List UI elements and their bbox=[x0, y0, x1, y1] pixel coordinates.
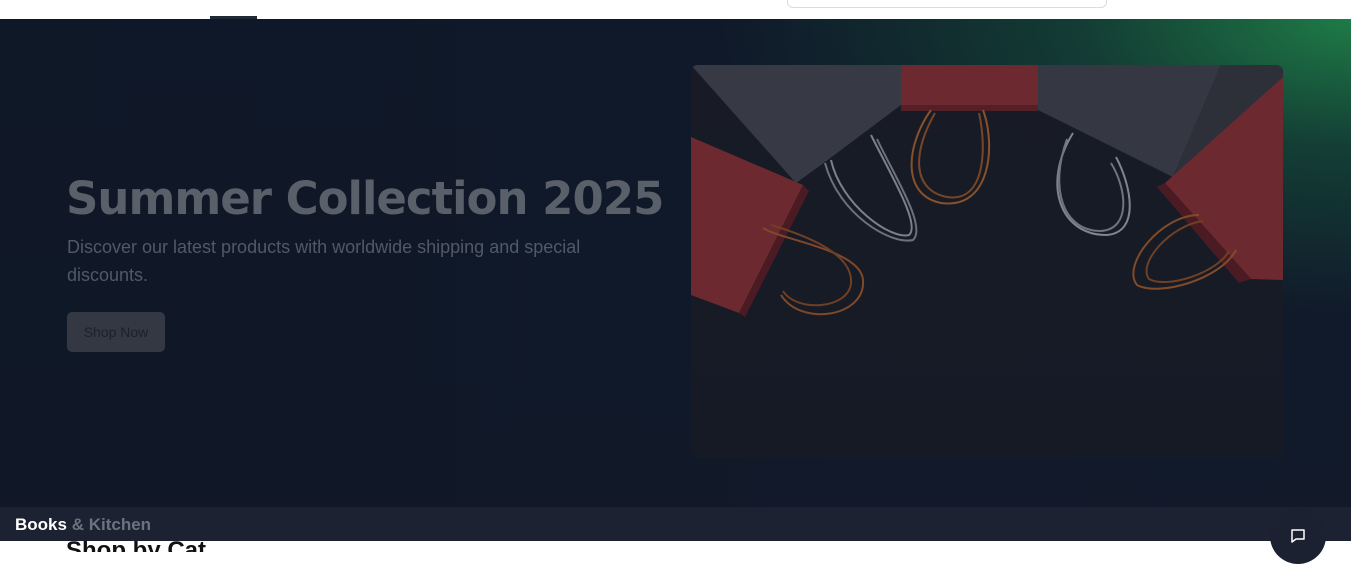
chat-bubble-icon bbox=[1291, 529, 1305, 543]
site-header bbox=[0, 0, 1351, 19]
category-strip: Books & Kitchen bbox=[0, 507, 1351, 541]
hero-title: Summer Collection 2025 bbox=[66, 172, 664, 225]
search-input[interactable] bbox=[787, 0, 1107, 8]
shop-now-button[interactable]: Shop Now bbox=[67, 312, 165, 352]
shopping-bags-illustration bbox=[691, 65, 1283, 458]
hero-banner: Summer Collection 2025 Discover our late… bbox=[0, 19, 1351, 507]
hero-image bbox=[691, 65, 1283, 458]
section-heading: Shop by Cat bbox=[66, 541, 206, 552]
hero-subtitle: Discover our latest products with worldw… bbox=[67, 237, 581, 285]
chat-button[interactable] bbox=[1270, 508, 1326, 564]
category-label-secondary: & Kitchen bbox=[71, 515, 152, 534]
category-label-primary: Books bbox=[15, 515, 67, 534]
category-label[interactable]: Books & Kitchen bbox=[15, 515, 151, 535]
categories-section: Shop by Cat bbox=[0, 541, 1351, 552]
